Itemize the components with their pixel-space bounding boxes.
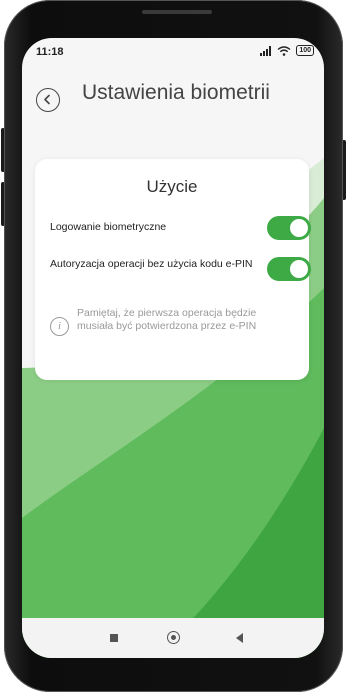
chevron-left-icon	[44, 94, 50, 105]
info-icon: i	[50, 317, 69, 336]
biometric-login-label: Logowanie biometryczne	[50, 221, 167, 233]
recent-apps-icon[interactable]	[110, 634, 118, 642]
info-text: Pamiętaj, że pierwsza operacja będzie mu…	[77, 307, 257, 332]
authorization-without-epin-toggle[interactable]	[267, 257, 311, 281]
back-button[interactable]	[36, 88, 60, 112]
usage-card: Użycie Logowanie biometryczne Autoryzacj…	[35, 159, 311, 380]
toggle-knob	[290, 260, 308, 278]
status-icons: 100	[258, 45, 314, 56]
authorization-without-epin-label: Autoryzacja operacji bez użycia kodu e-P…	[50, 258, 253, 270]
card-title: Użycie	[146, 177, 198, 196]
app-screen: 11:18 100 Ustawienia biometrii Użycie Lo…	[22, 38, 324, 658]
biometric-login-toggle[interactable]	[267, 216, 311, 240]
status-bar: 11:18 100	[22, 38, 324, 66]
toggle-knob	[290, 219, 308, 237]
page-title: Ustawienia biometrii	[82, 81, 270, 104]
battery-icon: 100	[296, 45, 314, 56]
phone-device: 11:18 100 Ustawienia biometrii Użycie Lo…	[0, 0, 347, 695]
system-nav-bar	[22, 618, 324, 658]
wifi-icon	[277, 45, 291, 56]
home-icon[interactable]	[167, 631, 180, 644]
signal-icon	[260, 45, 272, 56]
back-icon[interactable]	[236, 633, 243, 643]
status-time: 11:18	[36, 46, 64, 58]
earpiece-speaker	[142, 10, 212, 14]
